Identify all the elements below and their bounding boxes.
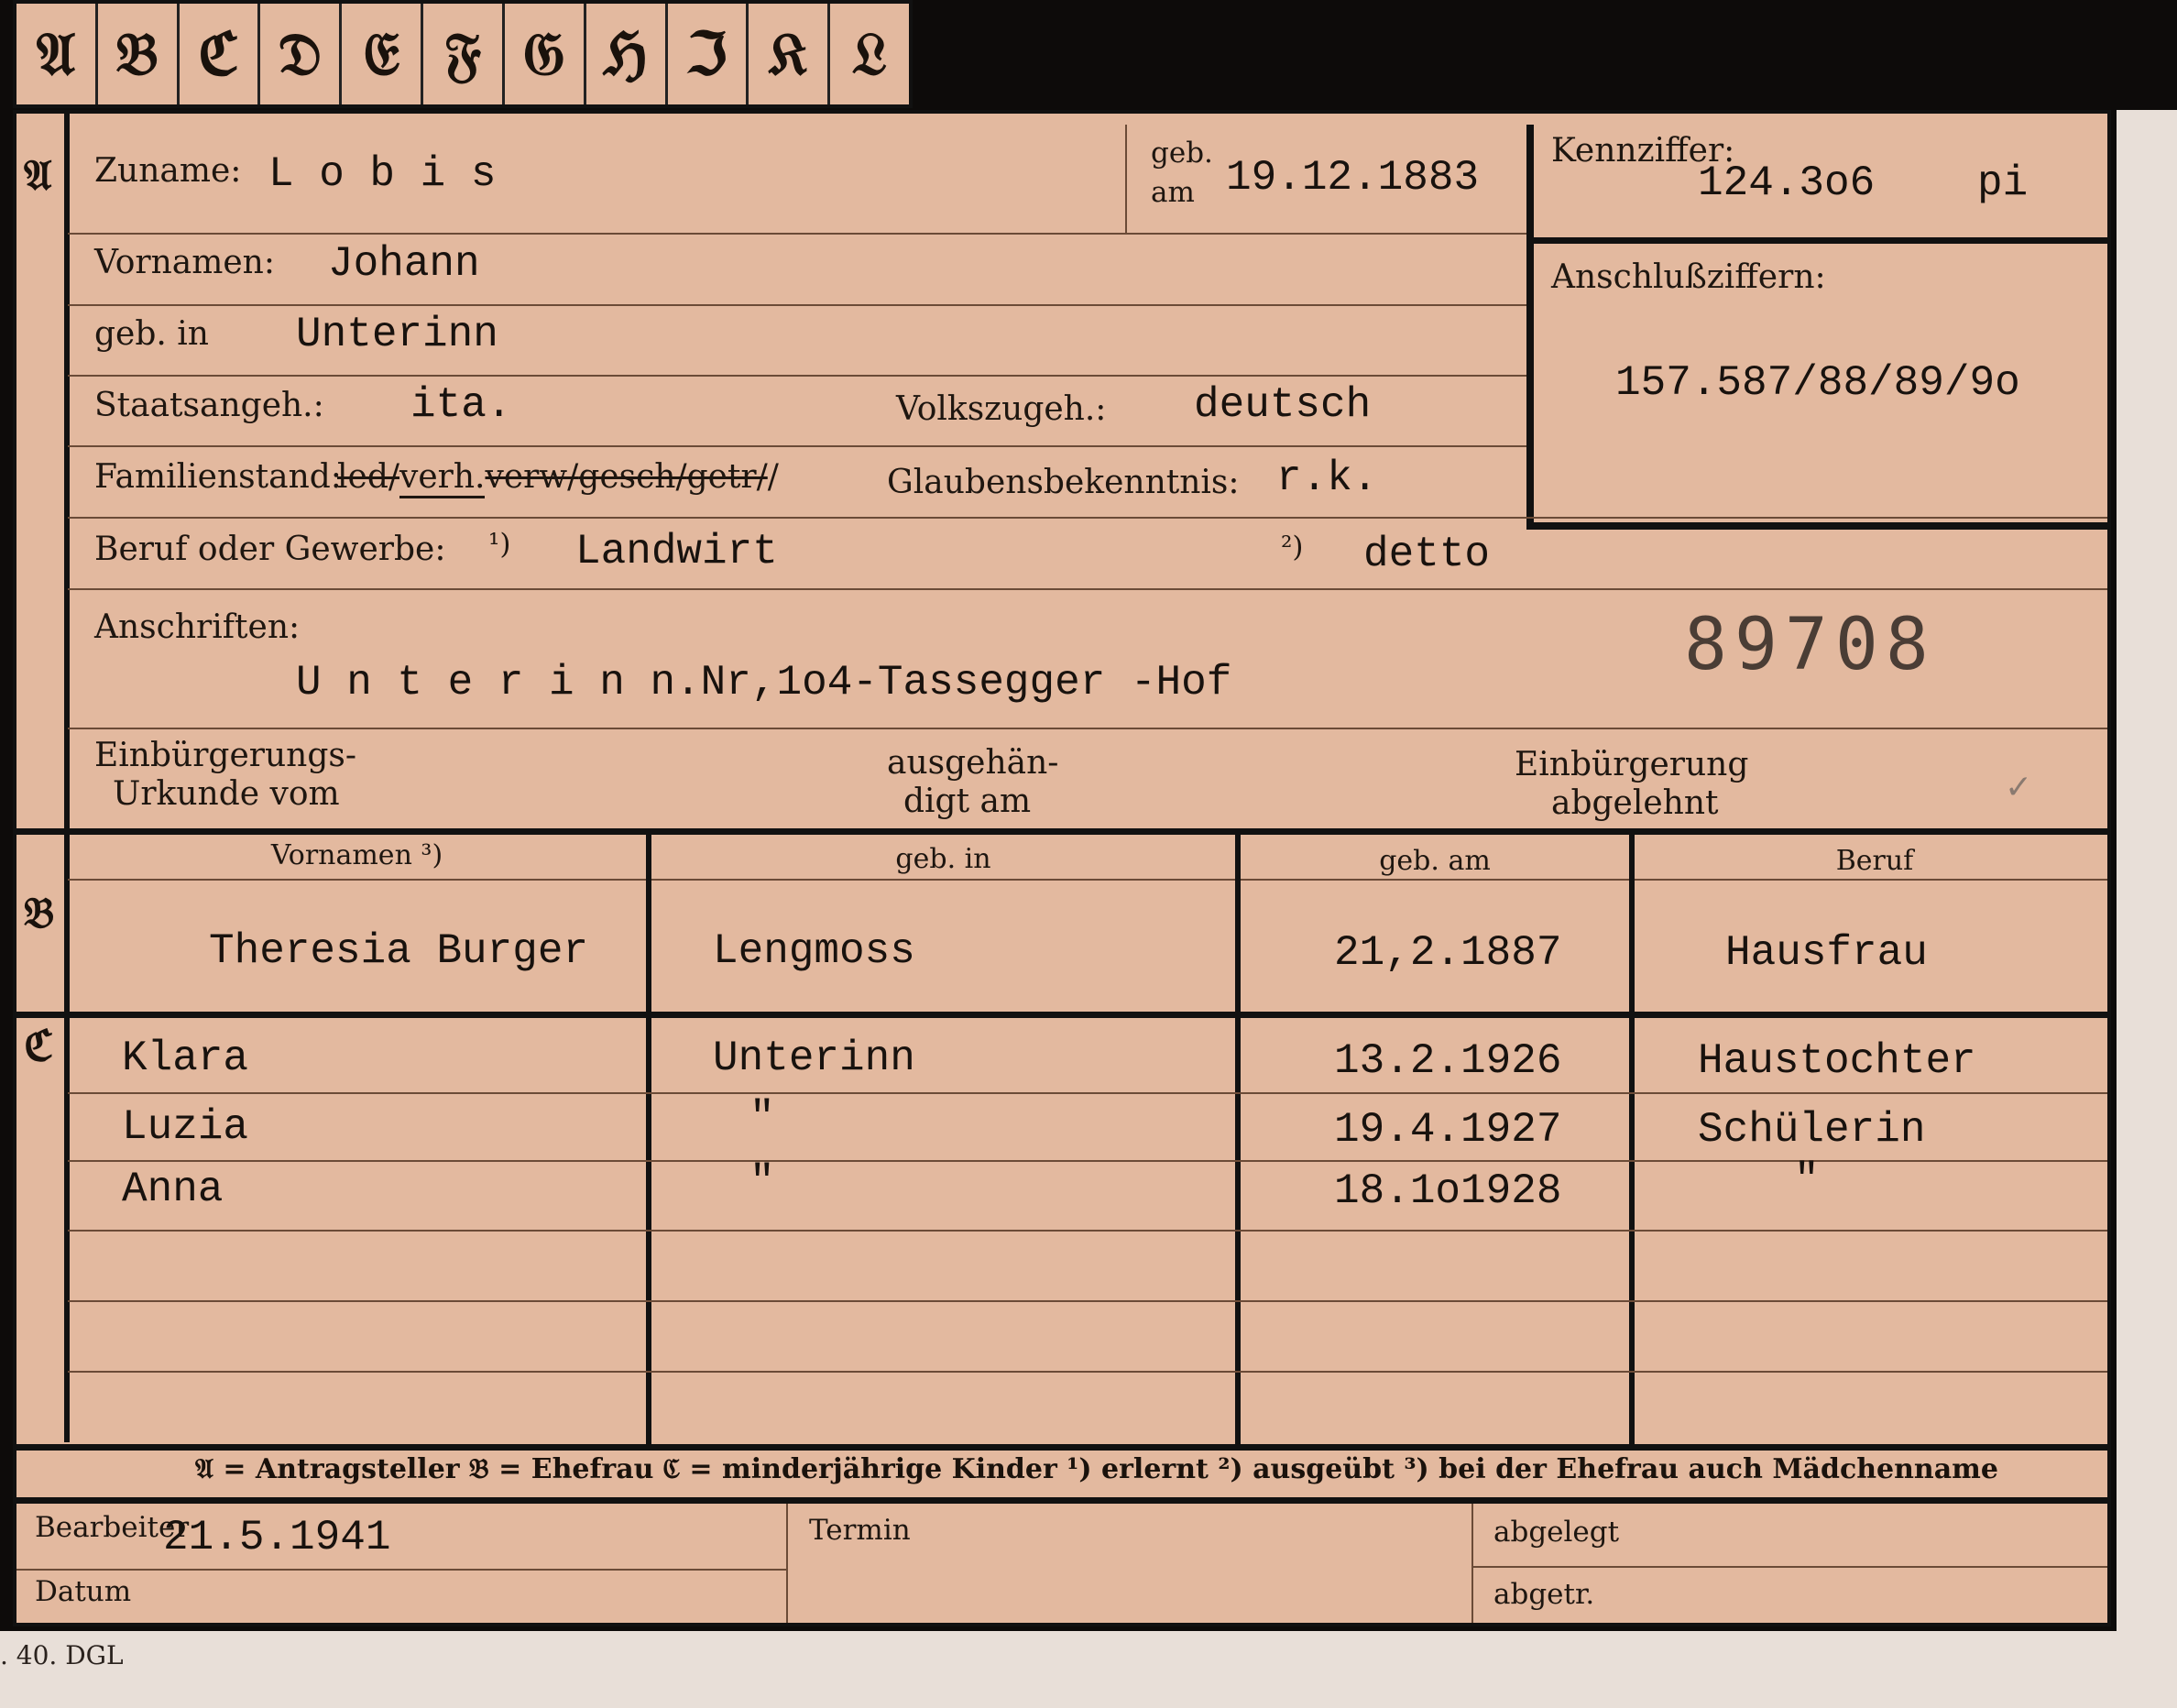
religion: r.k. bbox=[1276, 454, 1378, 502]
section-b-top-rule bbox=[16, 828, 2107, 835]
naturalization-cert-label-2: Urkunde vom bbox=[113, 775, 340, 813]
child-3-born-on: 18.1o1928 bbox=[1334, 1167, 1562, 1215]
id-number: 124.3o6 bbox=[1698, 159, 1876, 207]
surname: L o b i s bbox=[268, 150, 497, 198]
born-on: 19.12.1883 bbox=[1226, 154, 1480, 202]
citizenship: ita. bbox=[410, 381, 512, 429]
tab-e: 𝔈 bbox=[342, 4, 424, 104]
date-label: Datum bbox=[35, 1575, 132, 1608]
addresses-label: Anschriften: bbox=[94, 608, 301, 646]
section-c-top-rule bbox=[16, 1012, 2107, 1018]
occupation-label: Beruf oder Gewerbe: bbox=[94, 531, 446, 568]
child-3-name: Anna bbox=[122, 1166, 224, 1213]
first-names-label: Vornamen: bbox=[94, 244, 275, 281]
spouse-born-in: Lengmoss bbox=[713, 927, 915, 975]
surname-label: Zuname: bbox=[94, 152, 242, 190]
naturalization-refused-label-1: Einbürgerung bbox=[1515, 746, 1749, 783]
marital-option-end: / bbox=[767, 458, 779, 496]
tab-f: 𝔉 bbox=[423, 4, 505, 104]
reference-box-divider bbox=[1526, 237, 2107, 244]
paper-margin bbox=[0, 1631, 2135, 1708]
deadline-label: Termin bbox=[809, 1514, 911, 1547]
born-on-label-1: geb. bbox=[1151, 137, 1213, 170]
tab-k: 𝔎 bbox=[749, 4, 831, 104]
child-1-born-in: Unterinn bbox=[713, 1035, 915, 1082]
linked-numbers-label: Anschlußziffern: bbox=[1551, 258, 1826, 296]
occupation-mark-2: ²) bbox=[1281, 531, 1304, 564]
linked-numbers: 157.587/88/89/9o bbox=[1615, 359, 2020, 407]
born-on-label-2: am bbox=[1151, 176, 1195, 209]
col-header-occupation: Beruf bbox=[1835, 845, 1914, 877]
tab-c: ℭ bbox=[180, 4, 261, 104]
section-letter-a: 𝔄 bbox=[24, 150, 52, 200]
registration-card: 𝔄 𝔅 ℭ Kennziffer: 124.3o6 pi Anschlußzif… bbox=[13, 110, 2111, 1626]
first-names: Johann bbox=[328, 240, 480, 288]
check-mark-icon: ✓ bbox=[2005, 769, 2033, 806]
section-letter-c: ℭ bbox=[24, 1021, 54, 1070]
marital-option-widowed: verw/ bbox=[485, 458, 579, 496]
index-tabs: 𝔄 𝔅 ℭ 𝔇 𝔈 𝔉 𝔊 ℌ ℑ 𝔎 𝔏 bbox=[13, 0, 913, 108]
processing-date: 21.5.1941 bbox=[163, 1514, 391, 1561]
occupation-mark-1: ¹) bbox=[488, 528, 511, 561]
born-in-label: geb. in bbox=[94, 315, 209, 353]
child-2-occupation: Schülerin bbox=[1698, 1106, 1926, 1154]
tab-a: 𝔄 bbox=[16, 4, 98, 104]
religion-label: Glaubensbekenntnis: bbox=[887, 464, 1240, 501]
tab-d: 𝔇 bbox=[260, 4, 343, 104]
col-header-first-names: Vornamen ³) bbox=[270, 839, 443, 871]
legend-bottom-rule bbox=[16, 1497, 2107, 1504]
stamp-number: 89708 bbox=[1684, 604, 1936, 686]
spouse-occupation: Hausfrau bbox=[1725, 929, 1928, 977]
tab-h: ℌ bbox=[586, 4, 668, 104]
col-header-born-on: geb. am bbox=[1379, 845, 1491, 877]
ethnicity: deutsch bbox=[1194, 381, 1372, 429]
child-3-born-in: " bbox=[749, 1158, 775, 1206]
col-header-born-in: geb. in bbox=[895, 843, 991, 875]
ethnicity-label: Volkszugeh.: bbox=[896, 390, 1107, 428]
address: U n t e r i n n.Nr,1o4-Tassegger -Hof bbox=[296, 659, 1232, 706]
handed-out-label-1: ausgehän- bbox=[887, 744, 1059, 782]
child-2-name: Luzia bbox=[122, 1103, 249, 1151]
section-letter-b: 𝔅 bbox=[24, 888, 55, 937]
marital-option-married: verh. bbox=[399, 458, 486, 498]
marital-status-options: led/verh.verw/gesch/getr// bbox=[337, 458, 779, 498]
legend: 𝔄 = Antragsteller 𝔅 = Ehefrau ℭ = minder… bbox=[195, 1453, 1999, 1485]
margin-divider bbox=[64, 114, 70, 1442]
child-1-born-on: 13.2.1926 bbox=[1334, 1037, 1562, 1085]
child-2-born-in: " bbox=[749, 1094, 775, 1142]
handed-out-label-2: digt am bbox=[903, 783, 1032, 820]
occupation-practiced: detto bbox=[1363, 531, 1491, 578]
marital-status-label: Familienstand: bbox=[94, 458, 342, 496]
filed-label: abgelegt bbox=[1493, 1516, 1620, 1549]
tab-g: 𝔊 bbox=[505, 4, 586, 104]
born-in: Unterinn bbox=[296, 311, 498, 358]
removed-label: abgetr. bbox=[1493, 1578, 1595, 1611]
paper-right-edge bbox=[2117, 110, 2177, 1708]
marital-option-divorced: gesch/ bbox=[578, 458, 687, 496]
marital-option-single: led/ bbox=[337, 458, 399, 496]
legend-top-rule bbox=[16, 1444, 2107, 1451]
tab-i: ℑ bbox=[668, 4, 749, 104]
child-1-occupation: Haustochter bbox=[1698, 1037, 1976, 1085]
marital-option-separated: getr/ bbox=[686, 458, 768, 496]
naturalization-refused-label-2: abgelehnt bbox=[1551, 784, 1719, 822]
id-suffix: pi bbox=[1977, 159, 2029, 207]
spouse-born-on: 21,2.1887 bbox=[1334, 929, 1562, 977]
tab-b: 𝔅 bbox=[98, 4, 180, 104]
tab-l: 𝔏 bbox=[852, 19, 887, 89]
child-2-born-on: 19.4.1927 bbox=[1334, 1106, 1562, 1154]
child-3-occupation: " bbox=[1794, 1156, 1820, 1204]
form-code: . 40. DGL bbox=[0, 1640, 124, 1670]
naturalization-cert-label-1: Einbürgerungs- bbox=[94, 737, 357, 774]
child-1-name: Klara bbox=[122, 1035, 249, 1082]
occupation-learned: Landwirt bbox=[575, 528, 778, 575]
citizenship-label: Staatsangeh.: bbox=[94, 387, 324, 424]
spouse-name: Theresia Burger bbox=[209, 927, 589, 975]
